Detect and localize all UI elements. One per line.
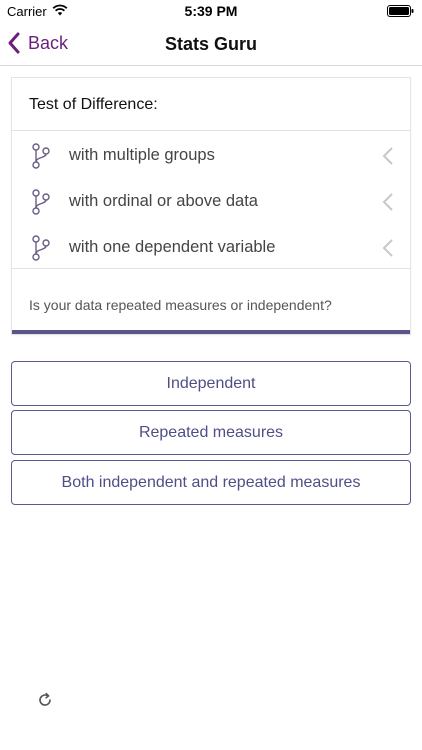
branch-icon: [32, 143, 50, 169]
chevron-left-icon: [382, 239, 393, 257]
repeated-measures-button[interactable]: Repeated measures: [11, 410, 411, 455]
card-accent-bar: [12, 330, 410, 334]
criterion-label: with one dependent variable: [69, 238, 276, 256]
restart-icon[interactable]: [37, 692, 53, 708]
status-bar: Carrier 5:39 PM: [0, 0, 422, 22]
branch-icon: [32, 189, 50, 215]
criteria-card: Test of Difference: with multiple groups…: [12, 78, 410, 334]
criterion-row[interactable]: with multiple groups: [12, 132, 410, 178]
independent-button[interactable]: Independent: [11, 361, 411, 406]
both-measures-button[interactable]: Both independent and repeated measures: [11, 460, 411, 505]
divider: [12, 130, 410, 131]
page-title: Stats Guru: [164, 34, 257, 54]
divider: [12, 268, 410, 269]
criterion-label: with ordinal or above data: [69, 192, 258, 210]
chevron-left-icon: [382, 193, 393, 211]
chevron-left-icon: [382, 147, 393, 165]
battery-icon: [387, 5, 414, 17]
clock-time: 5:39 PM: [184, 3, 238, 19]
question-text: Is your data repeated measures or indepe…: [29, 297, 332, 313]
card-title: Test of Difference:: [29, 96, 158, 113]
criterion-label: with multiple groups: [69, 146, 215, 164]
criterion-row[interactable]: with one dependent variable: [12, 224, 410, 270]
criterion-row[interactable]: with ordinal or above data: [12, 178, 410, 224]
branch-icon: [32, 235, 50, 261]
navigation-bar: Back Stats Guru: [0, 22, 422, 66]
